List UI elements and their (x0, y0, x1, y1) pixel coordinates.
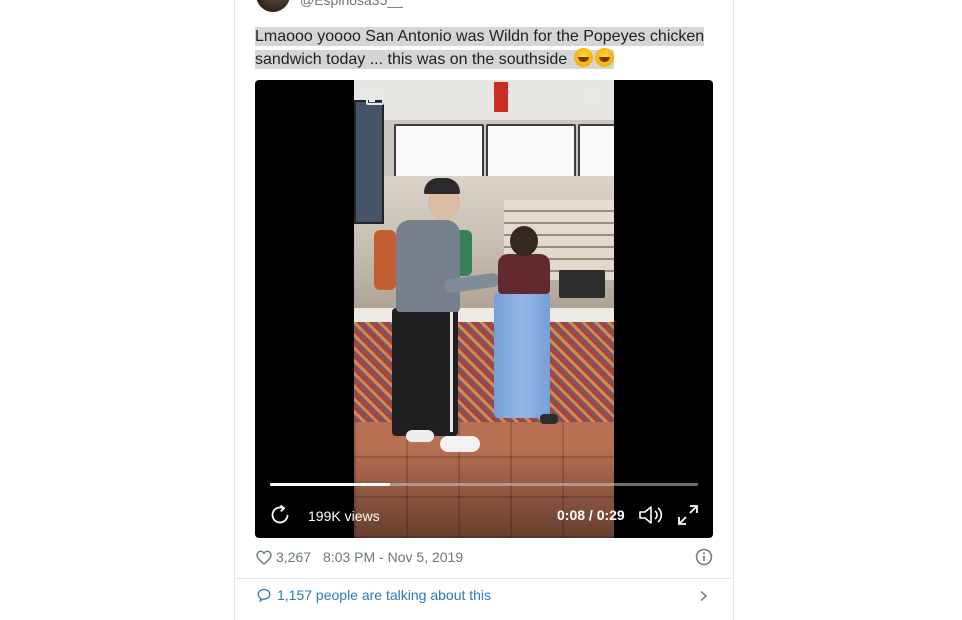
info-icon[interactable] (695, 548, 713, 566)
video-time: 0:08 / 0:29 (557, 507, 625, 523)
conversation-link[interactable]: 1,157 people are talking about this (257, 587, 491, 603)
progress-bar[interactable] (270, 483, 698, 486)
cast-icon[interactable] (584, 88, 602, 103)
rolling-on-floor-laughing-emoji-icon (594, 48, 614, 67)
volume-icon[interactable] (638, 503, 664, 527)
tweet-text-content: Lmaooo yoooo San Antonio was Wildn for t… (255, 27, 705, 69)
pip-icon[interactable] (366, 88, 384, 105)
tweet-timestamp[interactable]: 8:03 PM - Nov 5, 2019 (323, 549, 463, 565)
fullscreen-icon[interactable] (677, 504, 699, 526)
heart-icon[interactable] (256, 550, 272, 565)
tweet-meta: 3,267 8:03 PM - Nov 5, 2019 (256, 549, 463, 565)
divider (235, 578, 732, 579)
video-player[interactable]: 199K views 0:08 / 0:29 (255, 80, 713, 538)
replay-icon[interactable] (268, 503, 292, 527)
view-count: 199K views (308, 508, 380, 524)
conversation-count[interactable]: 1,157 people are talking about this (277, 587, 491, 603)
like-count[interactable]: 3,267 (276, 549, 311, 565)
chevron-right-icon[interactable] (698, 590, 708, 602)
user-handle[interactable]: @Espinosa35__ (300, 0, 403, 8)
progress-fill (270, 483, 390, 486)
tweet-text: Lmaooo yoooo San Antonio was Wildn for t… (255, 25, 717, 71)
rolling-on-floor-laughing-emoji-icon (573, 48, 593, 67)
speech-bubble-icon (257, 588, 271, 602)
